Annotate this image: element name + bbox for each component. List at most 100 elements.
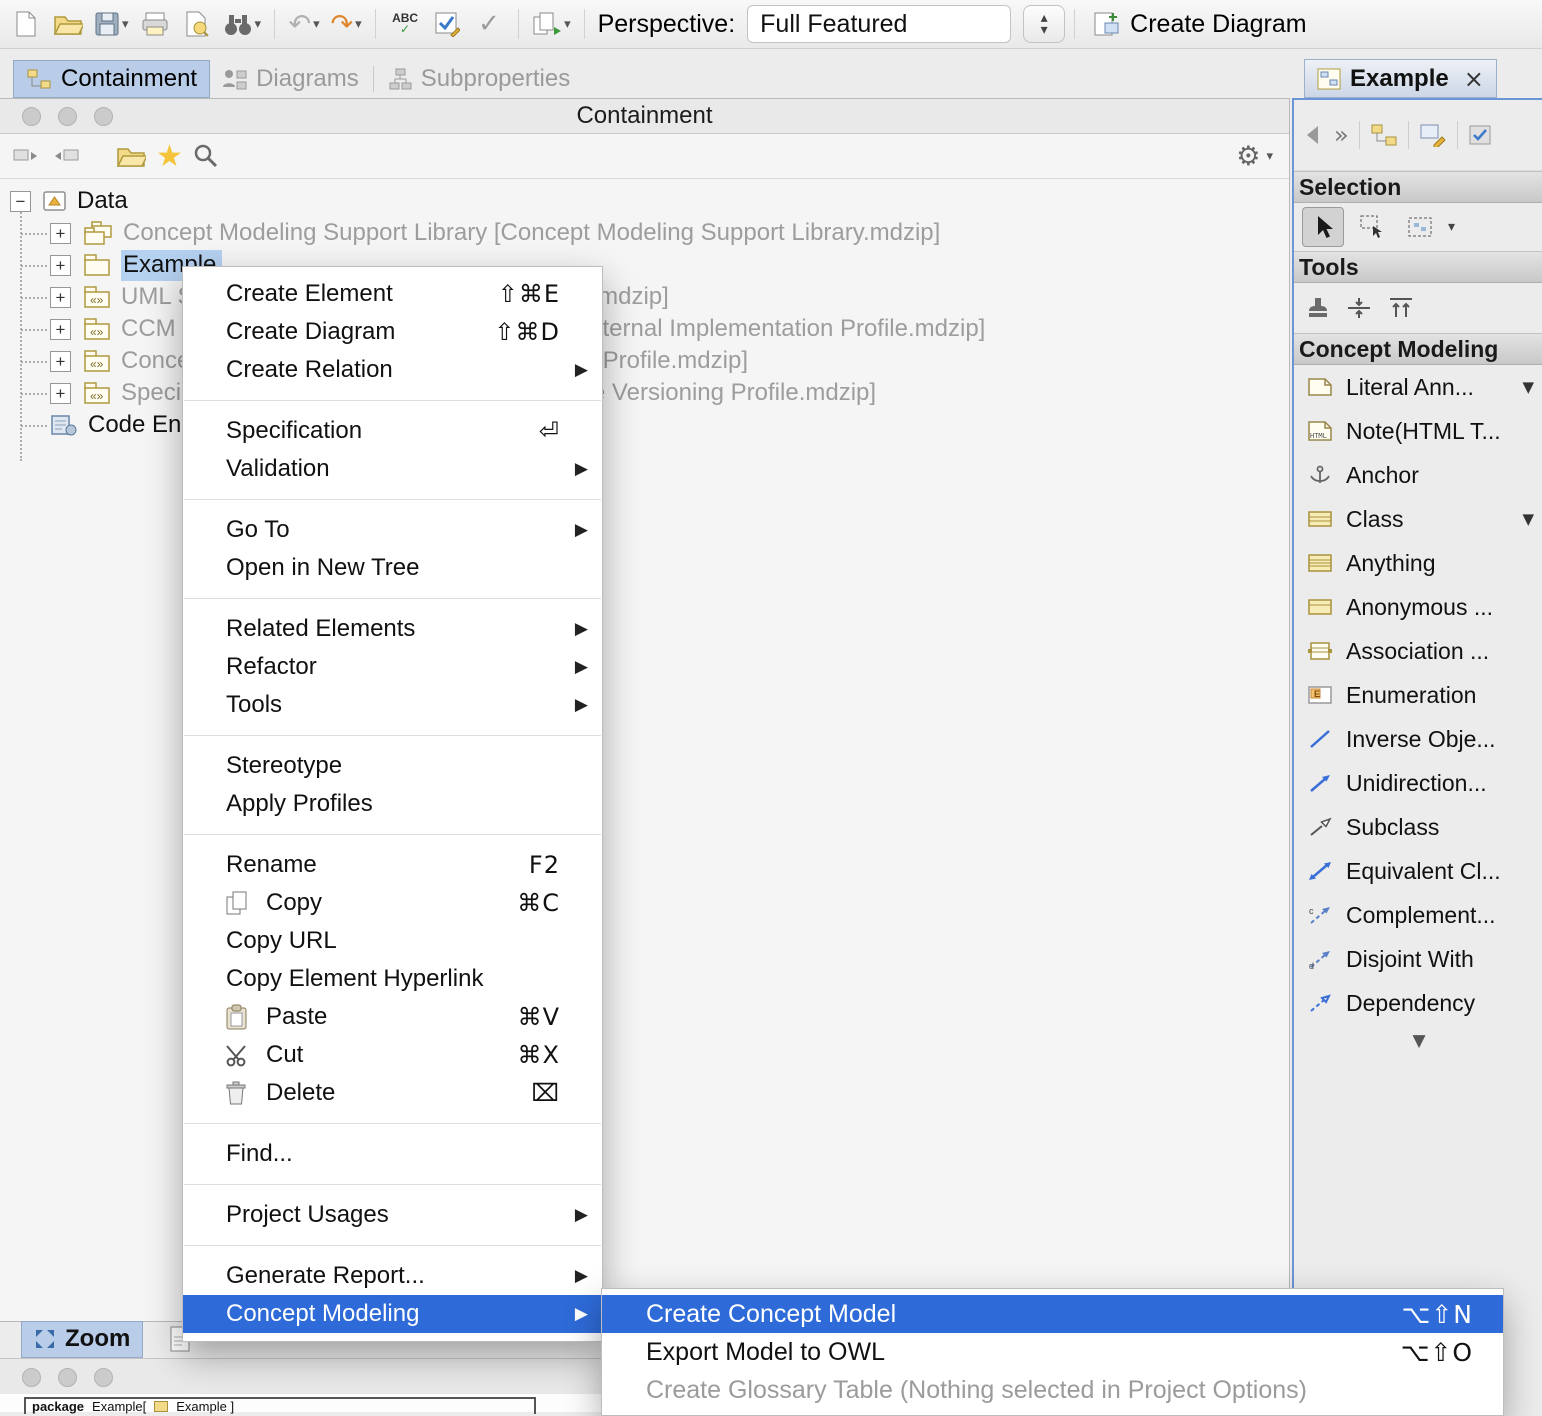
minimize-window-icon[interactable]	[58, 107, 77, 126]
menu-item-cut[interactable]: Cut⌘X	[183, 1036, 602, 1074]
undo-button[interactable]: ↶▾	[284, 4, 324, 44]
find-button[interactable]: ▾	[219, 4, 266, 44]
menu-item-related-elements[interactable]: Related Elements▶	[183, 610, 602, 648]
select-tool-button[interactable]	[1302, 207, 1344, 247]
menu-item-refactor[interactable]: Refactor▶	[183, 648, 602, 686]
print-preview-button[interactable]	[177, 4, 217, 44]
submenu-item-create-glossary-table-nothing-selected-in-project-options[interactable]: Create Glossary Table (Nothing selected …	[602, 1371, 1503, 1409]
clipped-toolbar-icon[interactable]	[1468, 123, 1496, 147]
close-window-icon[interactable]	[22, 107, 41, 126]
palette-item-anything[interactable]: Anything	[1294, 541, 1542, 585]
maximize-window-icon[interactable]	[94, 107, 113, 126]
submenu-item-create-concept-model[interactable]: Create Concept Model⌥⇧N	[602, 1295, 1503, 1333]
menu-item-copy-element-hyperlink[interactable]: Copy Element Hyperlink	[183, 960, 602, 998]
menu-item-create-diagram[interactable]: Create Diagram⇧⌘D	[183, 313, 602, 351]
find-dropdown-arrow-icon[interactable]: ▾	[255, 17, 262, 32]
open-project-button[interactable]	[48, 4, 88, 44]
menu-item-copy-url[interactable]: Copy URL	[183, 922, 602, 960]
palette-item-anonymous[interactable]: Anonymous ...	[1294, 585, 1542, 629]
favorites-star-icon[interactable]: ★	[156, 139, 183, 174]
palette-dropdown-arrow-icon[interactable]: ▼	[1522, 378, 1534, 396]
menu-item-open-in-new-tree[interactable]: Open in New Tree	[183, 549, 602, 587]
print-button[interactable]	[135, 4, 175, 44]
palette-item-disjoint-with[interactable]: dDisjoint With	[1294, 937, 1542, 981]
tree-item-concept-modeling-support-library[interactable]: +Concept Modeling Support Library [Conce…	[0, 217, 1289, 249]
gear-icon[interactable]: ⚙	[1236, 141, 1260, 172]
menu-item-generate-report[interactable]: Generate Report...▶	[183, 1257, 602, 1295]
palette-item-subclass[interactable]: Subclass	[1294, 805, 1542, 849]
spelling-button[interactable]: ABC✓	[385, 4, 425, 44]
stamp-tool-icon[interactable]	[1306, 296, 1330, 320]
expand-all-icon[interactable]	[52, 144, 82, 168]
collapse-icon[interactable]: −	[10, 191, 31, 212]
menu-item-copy[interactable]: Copy⌘C	[183, 884, 602, 922]
collapse-all-icon[interactable]	[12, 144, 42, 168]
search-icon[interactable]	[193, 143, 219, 169]
palette-more-arrow-icon[interactable]: ▼	[1294, 1025, 1542, 1057]
palette-item-dependency[interactable]: Dependency	[1294, 981, 1542, 1025]
save-button[interactable]: ▾	[90, 4, 133, 44]
expand-icon[interactable]: +	[50, 351, 71, 372]
palette-item-anchor[interactable]: Anchor	[1294, 453, 1542, 497]
tree-item-data[interactable]: −Data	[0, 185, 1289, 217]
menu-item-create-element[interactable]: Create Element⇧⌘E	[183, 275, 602, 313]
multi-select-button[interactable]	[1400, 208, 1440, 246]
menu-item-tools[interactable]: Tools▶	[183, 686, 602, 724]
menu-item-paste[interactable]: Paste⌘V	[183, 998, 602, 1036]
menu-item-delete[interactable]: Delete⌧	[183, 1074, 602, 1112]
menu-item-stereotype[interactable]: Stereotype	[183, 747, 602, 785]
close-tab-icon[interactable]: ×	[1464, 65, 1484, 93]
expand-icon[interactable]: +	[50, 223, 71, 244]
new-project-button[interactable]	[6, 4, 46, 44]
menu-item-find[interactable]: Find...	[183, 1135, 602, 1173]
create-diagram-button[interactable]: Create Diagram	[1092, 10, 1306, 39]
menu-item-concept-modeling[interactable]: Concept Modeling▶	[183, 1295, 602, 1333]
overflow-chevrons-icon[interactable]: »	[1334, 121, 1349, 149]
palette-item-class[interactable]: Class▼	[1294, 497, 1542, 541]
menu-item-specification[interactable]: Specification⏎	[183, 412, 602, 450]
diagram-frame-preview[interactable]: package Example[ Example ]	[24, 1397, 536, 1414]
selection-dropdown-arrow-icon[interactable]: ▾	[1448, 219, 1455, 235]
minimize-window-icon[interactable]	[58, 1368, 77, 1387]
tab-containment[interactable]: Containment	[14, 61, 209, 97]
palette-item-complement[interactable]: cComplement...	[1294, 893, 1542, 937]
diagram-properties-icon[interactable]	[1419, 123, 1447, 147]
copy-dropdown-arrow-icon[interactable]: ▾	[564, 17, 571, 32]
save-dropdown-arrow-icon[interactable]: ▾	[122, 17, 129, 32]
undo-dropdown-arrow-icon[interactable]: ▾	[313, 17, 320, 32]
validation-button[interactable]	[427, 4, 467, 44]
palette-item-note-html-t[interactable]: HTMLNote(HTML T...	[1294, 409, 1542, 453]
expand-icon[interactable]: +	[50, 287, 71, 308]
menu-item-apply-profiles[interactable]: Apply Profiles	[183, 785, 602, 823]
redo-dropdown-arrow-icon[interactable]: ▾	[355, 17, 362, 32]
palette-item-association[interactable]: Association ...	[1294, 629, 1542, 673]
marquee-select-button[interactable]	[1352, 208, 1392, 246]
menu-item-create-relation[interactable]: Create Relation▶	[183, 351, 602, 389]
submenu-item-export-model-to-owl[interactable]: Export Model to OWL⌥⇧O	[602, 1333, 1503, 1371]
menu-item-validation[interactable]: Validation▶	[183, 450, 602, 488]
tab-diagrams[interactable]: Diagrams	[209, 61, 371, 97]
align-middle-icon[interactable]	[1346, 296, 1372, 320]
palette-item-literal-ann[interactable]: Literal Ann...▼	[1294, 365, 1542, 409]
palette-item-unidirection[interactable]: Unidirection...	[1294, 761, 1542, 805]
tab-subproperties[interactable]: Subproperties	[376, 61, 582, 97]
tab-zoom[interactable]: Zoom	[22, 1322, 142, 1357]
redo-button[interactable]: ↷▾	[326, 4, 366, 44]
settings-dropdown-arrow-icon[interactable]: ▾	[1266, 149, 1273, 164]
commit-button[interactable]: ✓	[469, 4, 509, 44]
expand-icon[interactable]: +	[50, 319, 71, 340]
back-arrow-icon[interactable]	[1302, 124, 1324, 146]
menu-item-go-to[interactable]: Go To▶	[183, 511, 602, 549]
perspective-select[interactable]: Full Featured	[747, 5, 1011, 43]
palette-item-equivalent-cl[interactable]: Equivalent Cl...	[1294, 849, 1542, 893]
palette-dropdown-arrow-icon[interactable]: ▼	[1522, 510, 1534, 528]
open-in-tree-icon[interactable]	[116, 144, 146, 168]
expand-icon[interactable]: +	[50, 383, 71, 404]
tab-example-diagram[interactable]: Example ×	[1304, 59, 1497, 98]
menu-item-rename[interactable]: RenameF2	[183, 846, 602, 884]
copy-paste-tool-button[interactable]: ▾	[528, 4, 575, 44]
close-window-icon[interactable]	[22, 1368, 41, 1387]
select-in-containment-icon[interactable]	[1370, 123, 1398, 147]
menu-item-project-usages[interactable]: Project Usages▶	[183, 1196, 602, 1234]
palette-item-enumeration[interactable]: EEnumeration	[1294, 673, 1542, 717]
